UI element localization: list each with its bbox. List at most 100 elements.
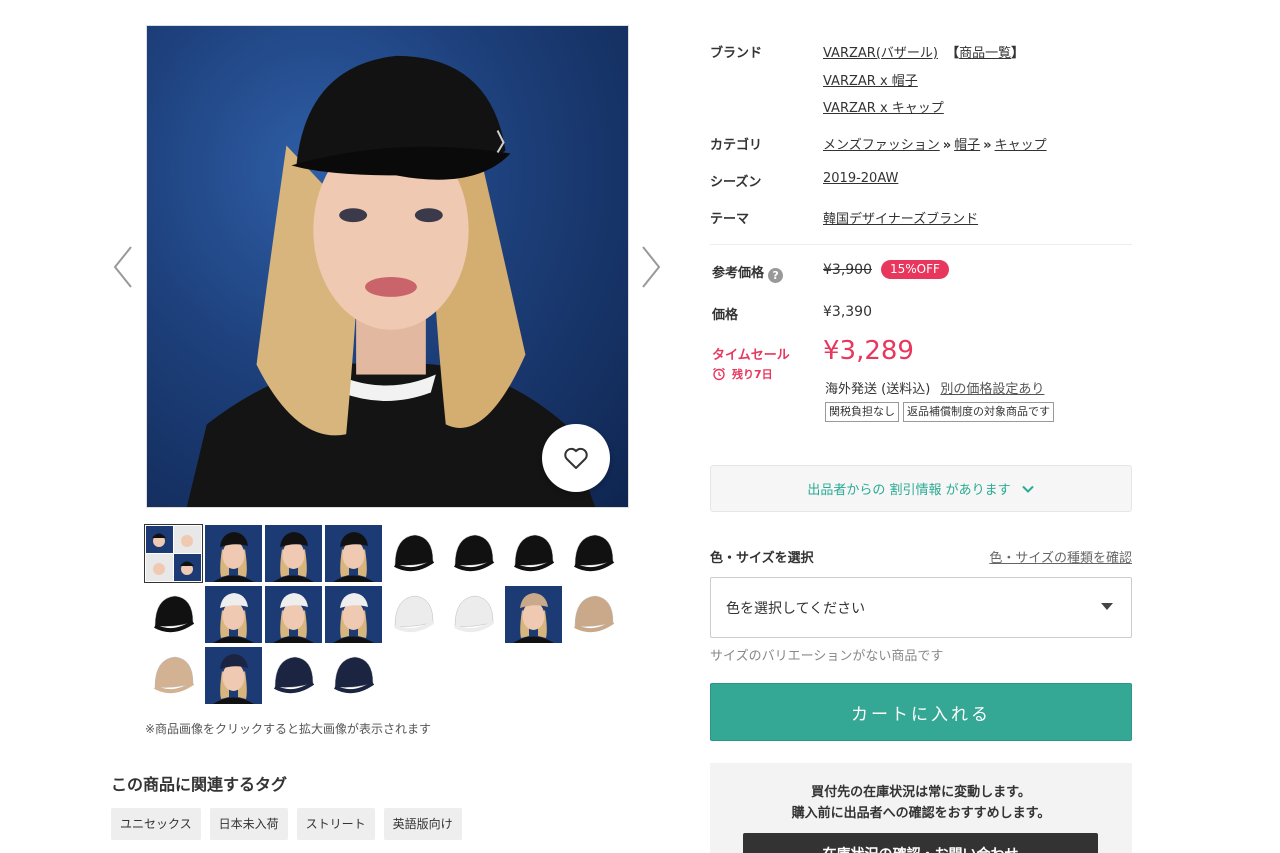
brand-hat-link[interactable]: VARZAR x 帽子 bbox=[823, 70, 918, 89]
thumbnail[interactable] bbox=[325, 647, 382, 704]
variant-header: 色・サイズを選択 色・サイズの種類を確認 bbox=[710, 547, 1132, 566]
heart-icon bbox=[564, 447, 588, 469]
alarm-clock-icon bbox=[713, 367, 725, 381]
category-hat-link[interactable]: 帽子 bbox=[954, 138, 980, 153]
thumbnail-image bbox=[145, 647, 202, 704]
thumbnail-image bbox=[265, 586, 322, 643]
category-cap-link[interactable]: キャップ bbox=[995, 138, 1047, 153]
category-label: カテゴリ bbox=[710, 138, 763, 153]
thumbnail-image bbox=[205, 586, 262, 643]
thumbnail[interactable] bbox=[385, 586, 442, 643]
time-sale-remaining: 残り7日 bbox=[712, 366, 822, 382]
price-value: ¥3,390 bbox=[823, 304, 872, 320]
seller-discount-info[interactable]: 出品者からの 割引情報 があります bbox=[710, 465, 1132, 512]
breadcrumb-sep: » bbox=[942, 138, 952, 153]
thumbnail[interactable] bbox=[385, 525, 442, 582]
add-to-cart-button[interactable]: カートに入れる bbox=[710, 683, 1132, 741]
theme-label: テーマ bbox=[710, 212, 750, 227]
category-breadcrumb: メンズファッション» 帽子» キャップ bbox=[823, 134, 1047, 153]
price-label: 価格 bbox=[712, 308, 739, 323]
product-info-column: ブランド VARZAR(バザール) 【商品一覧】 VARZAR x 帽子 VAR… bbox=[710, 0, 1132, 853]
color-select[interactable]: 色を選択してください bbox=[710, 577, 1132, 638]
thumbnail[interactable] bbox=[265, 525, 322, 582]
thumbnail-image bbox=[565, 525, 622, 582]
thumbnail[interactable] bbox=[205, 525, 262, 582]
shipping-info: 海外発送 (送料込) bbox=[825, 382, 931, 397]
thumbnail-image bbox=[565, 586, 622, 643]
brand-list-close: 】 bbox=[1011, 46, 1025, 61]
thumbnail-image bbox=[265, 647, 322, 704]
thumbnail-image bbox=[445, 525, 502, 582]
time-sale-label: タイムセール bbox=[712, 348, 790, 363]
product-gallery-column: ※商品画像をクリックすると拡大画像が表示されます この商品に関連するタグ ユニセ… bbox=[0, 0, 680, 853]
thumbnail[interactable] bbox=[445, 586, 502, 643]
season-link[interactable]: 2019-20AW bbox=[823, 171, 898, 186]
brand-list-open: 【 bbox=[946, 46, 960, 61]
tag-english[interactable]: 英語版向け bbox=[383, 808, 462, 840]
alt-price-link[interactable]: 別の価格設定あり bbox=[940, 382, 1044, 397]
thumbnail-image bbox=[505, 525, 562, 582]
next-image-arrow[interactable] bbox=[636, 244, 666, 290]
variant-check-link[interactable]: 色・サイズの種類を確認 bbox=[989, 547, 1132, 566]
tag-street[interactable]: ストリート bbox=[296, 808, 375, 840]
image-click-note: ※商品画像をクリックすると拡大画像が表示されます bbox=[145, 722, 432, 736]
ref-label-text: 参考価格 bbox=[712, 266, 765, 281]
divider bbox=[710, 244, 1132, 245]
reference-price-value: ¥3,900 15%OFF bbox=[823, 260, 949, 279]
thumbnail[interactable] bbox=[505, 586, 562, 643]
thumbnail-image bbox=[325, 647, 382, 704]
thumbnail-image bbox=[205, 647, 262, 704]
thumbnail[interactable] bbox=[145, 586, 202, 643]
help-icon[interactable]: ? bbox=[768, 268, 784, 283]
stock-line-2: 購入前に出品者への確認をおすすめします。 bbox=[791, 806, 1051, 821]
thumbnail[interactable] bbox=[325, 525, 382, 582]
thumbnail[interactable] bbox=[565, 525, 622, 582]
seller-discount-text: 出品者からの 割引情報 があります bbox=[807, 483, 1011, 498]
stock-line-1: 買付先の在庫状況は常に変動します。 bbox=[811, 785, 1031, 800]
category-mens-link[interactable]: メンズファッション bbox=[823, 138, 940, 153]
favorite-button[interactable] bbox=[542, 424, 610, 492]
thumbnail[interactable] bbox=[505, 525, 562, 582]
thumbnail[interactable] bbox=[325, 586, 382, 643]
color-select-value: 色を選択してください bbox=[726, 600, 866, 617]
thumbnail[interactable] bbox=[145, 647, 202, 704]
related-tags-heading: この商品に関連するタグ bbox=[111, 775, 288, 794]
brand-value: VARZAR(バザール) 【商品一覧】 bbox=[823, 42, 1024, 61]
remaining-days: 残り7日 bbox=[732, 368, 773, 381]
thumbnail-image bbox=[265, 525, 322, 582]
theme-link[interactable]: 韓国デザイナーズブランド bbox=[823, 208, 978, 227]
thumbnail[interactable] bbox=[144, 524, 203, 583]
thumbnail[interactable] bbox=[265, 647, 322, 704]
thumbnail[interactable] bbox=[565, 586, 622, 643]
thumbnail-image bbox=[385, 586, 442, 643]
badge-row: 関税負担なし 返品補償制度の対象商品です bbox=[825, 402, 1058, 422]
stock-inquiry-button[interactable]: 在庫状況の確認・お問い合わせ bbox=[743, 833, 1098, 853]
prev-image-arrow[interactable] bbox=[108, 244, 138, 290]
reference-price-label: 参考価格? bbox=[712, 262, 822, 283]
thumbnail[interactable] bbox=[205, 586, 262, 643]
thumbnail-image bbox=[385, 525, 442, 582]
thumbnail-image bbox=[445, 586, 502, 643]
thumbnail-image bbox=[325, 586, 382, 643]
brand-list-link[interactable]: 商品一覧 bbox=[959, 46, 1011, 61]
chevron-down-icon bbox=[1021, 485, 1034, 493]
return-guarantee-badge: 返品補償制度の対象商品です bbox=[903, 402, 1054, 422]
caret-down-icon bbox=[1101, 603, 1113, 610]
variant-label: 色・サイズを選択 bbox=[710, 551, 814, 566]
related-tags: ユニセックス 日本未入荷 ストリート 英語版向け bbox=[111, 808, 462, 840]
brand-link[interactable]: VARZAR(バザール) bbox=[823, 46, 938, 61]
thumbnail[interactable] bbox=[265, 586, 322, 643]
brand-cap-link[interactable]: VARZAR x キャップ bbox=[823, 97, 944, 116]
brand-label: ブランド bbox=[710, 46, 763, 61]
tag-not-in-japan[interactable]: 日本未入荷 bbox=[209, 808, 288, 840]
shipping-row: 海外発送 (送料込) 別の価格設定あり bbox=[825, 378, 1044, 397]
thumbnail[interactable] bbox=[445, 525, 502, 582]
thumbnail-image bbox=[505, 586, 562, 643]
thumbnail-image bbox=[205, 525, 262, 582]
tag-unisex[interactable]: ユニセックス bbox=[111, 808, 201, 840]
thumbnail[interactable] bbox=[205, 647, 262, 704]
season-label: シーズン bbox=[710, 175, 762, 190]
sale-price: ¥3,289 bbox=[823, 336, 914, 366]
thumbnail-image bbox=[145, 525, 202, 582]
breadcrumb-sep: » bbox=[983, 138, 992, 153]
